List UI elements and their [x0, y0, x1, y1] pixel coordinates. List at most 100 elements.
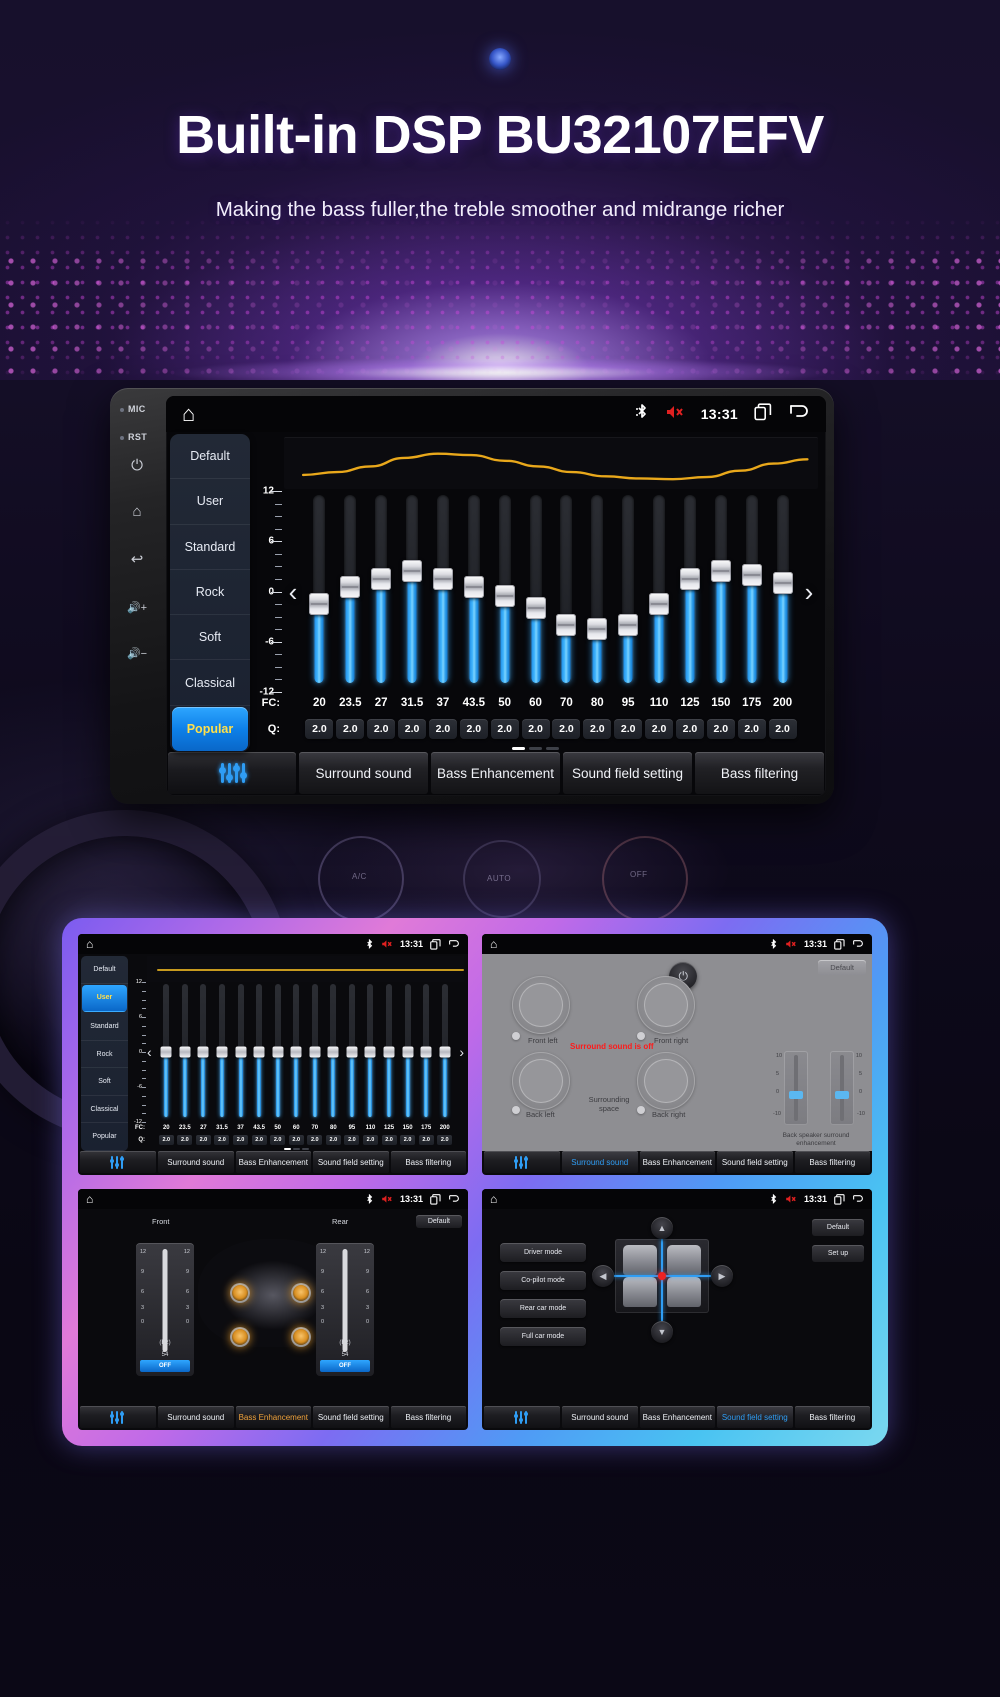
q-value[interactable]: 2.0 [233, 1135, 249, 1145]
tab-equalizer[interactable] [484, 1406, 560, 1428]
page-dot[interactable] [528, 747, 542, 750]
eq-band[interactable] [705, 491, 736, 692]
thumb1-band[interactable] [417, 982, 436, 1122]
tab-equalizer[interactable] [80, 1406, 156, 1428]
thumb1-preset-popular[interactable]: Popular [81, 1123, 128, 1151]
tab-equalizer[interactable] [484, 1151, 560, 1173]
default-button[interactable]: Default [818, 960, 866, 975]
q-value[interactable]: 2.0 [381, 1135, 397, 1145]
q-value[interactable]: 2.0 [645, 719, 674, 739]
thumb1-preset-soft[interactable]: Soft [81, 1068, 128, 1096]
eq-band[interactable] [397, 491, 428, 692]
thumb1-band[interactable] [157, 982, 176, 1122]
band-knob[interactable] [371, 567, 392, 590]
q-value[interactable]: 2.0 [305, 719, 334, 739]
q-value[interactable]: 2.0 [251, 1135, 267, 1145]
eq-band[interactable] [613, 491, 644, 692]
eq-band[interactable] [736, 491, 767, 692]
thumb1-preset-list[interactable]: Default User Standard Rock Soft Classical Popu… [81, 956, 128, 1151]
thumb1-band[interactable] [361, 982, 380, 1122]
band-knob[interactable] [253, 1046, 265, 1058]
band-knob[interactable] [772, 572, 793, 595]
q-value[interactable]: 2.0 [325, 1135, 341, 1145]
thumb1-band[interactable] [306, 982, 325, 1122]
back-icon[interactable]: ↩ [124, 546, 150, 572]
tab-bass-enhancement[interactable]: Bass Enhancement [431, 752, 560, 794]
preset-default[interactable]: Default [170, 434, 250, 480]
knob-back-left[interactable] [512, 1052, 570, 1110]
tab-bass-filtering[interactable]: Bass filtering [794, 1151, 870, 1173]
eq-band[interactable] [582, 491, 613, 692]
preset-standard[interactable]: Standard [170, 525, 250, 570]
eq-band[interactable] [428, 491, 459, 692]
tab-bass-filtering[interactable]: Bass filtering [794, 1406, 870, 1428]
thumb1-band[interactable] [250, 982, 269, 1122]
arrow-right-icon[interactable]: ▶ [711, 1265, 733, 1287]
chevron-right-icon[interactable]: › [459, 1045, 464, 1059]
thumb1-preset-classical[interactable]: Classical [81, 1096, 128, 1124]
thumb4-tab-bar[interactable]: Surround sound Bass Enhancement Sound fiel… [482, 1406, 872, 1430]
sound-field-position-dot[interactable] [658, 1272, 666, 1280]
eq-band[interactable] [366, 491, 397, 692]
thumb1-band[interactable] [343, 982, 362, 1122]
volume-mute-icon[interactable] [665, 404, 685, 424]
front-bass-slider[interactable]: 12 12 99 66 33 00 (Hz) 54 OFF [136, 1243, 194, 1376]
band-knob[interactable] [402, 559, 423, 582]
q-value[interactable]: 2.0 [737, 719, 766, 739]
q-value[interactable]: 2.0 [583, 719, 612, 739]
band-knob[interactable] [309, 1046, 321, 1058]
thumb1-page-indicator[interactable] [129, 1147, 464, 1151]
tab-sound-field-setting[interactable]: Sound field setting [313, 1151, 389, 1173]
thumbnail-sound-field[interactable]: ⌂ 13:31 Driver mode Co-pilot mode Rear c… [482, 1189, 872, 1430]
eq-band[interactable] [520, 491, 551, 692]
default-button[interactable]: Default [812, 1219, 864, 1236]
band-knob[interactable] [272, 1046, 284, 1058]
default-button[interactable]: Default [415, 1215, 462, 1228]
chevron-left-icon[interactable]: ‹ [284, 579, 302, 605]
tab-surround-sound[interactable]: Surround sound [158, 1406, 234, 1428]
q-value[interactable]: 2.0 [552, 719, 581, 739]
preset-popular[interactable]: Popular [172, 706, 248, 751]
volume-up-icon[interactable]: 🔊+ [124, 594, 150, 620]
q-value[interactable]: 2.0 [706, 719, 735, 739]
band-knob[interactable] [402, 1046, 414, 1058]
preset-user[interactable]: User [170, 479, 250, 525]
home-icon[interactable]: ⌂ [490, 1192, 497, 1206]
front-off-toggle[interactable]: OFF [140, 1360, 190, 1372]
setup-button[interactable]: Set up [812, 1245, 864, 1262]
page-indicator[interactable] [252, 744, 818, 752]
band-knob[interactable] [309, 593, 330, 616]
thumb1-band[interactable] [398, 982, 417, 1122]
tab-bass-filtering[interactable]: Bass filtering [390, 1406, 466, 1428]
band-knob[interactable] [494, 584, 515, 607]
q-value[interactable]: 2.0 [490, 719, 519, 739]
q-value[interactable]: 2.0 [768, 719, 797, 739]
q-value[interactable]: 2.0 [177, 1135, 193, 1145]
band-knob[interactable] [346, 1046, 358, 1058]
band-knob[interactable] [290, 1046, 302, 1058]
thumb1-band[interactable] [231, 982, 250, 1122]
thumb1-preset-default[interactable]: Default [81, 956, 128, 984]
power-icon[interactable]: ⏻ [124, 452, 150, 478]
q-value[interactable]: 2.0 [614, 719, 643, 739]
preset-rock[interactable]: Rock [170, 570, 250, 616]
thumb1-band[interactable] [268, 982, 287, 1122]
band-knob[interactable] [216, 1046, 228, 1058]
tab-equalizer[interactable] [80, 1151, 156, 1173]
eq-band[interactable] [489, 491, 520, 692]
page-dot[interactable] [545, 747, 559, 750]
tab-equalizer[interactable] [168, 752, 296, 794]
chevron-left-icon[interactable]: ‹ [147, 1045, 152, 1059]
preset-soft[interactable]: Soft [170, 615, 250, 661]
q-value[interactable]: 2.0 [675, 719, 704, 739]
q-value[interactable]: 2.0 [344, 1135, 360, 1145]
thumb1-band[interactable] [213, 982, 232, 1122]
band-knob[interactable] [525, 597, 546, 620]
q-value[interactable]: 2.0 [418, 1135, 434, 1145]
eq-band[interactable] [335, 491, 366, 692]
q-value[interactable]: 2.0 [270, 1135, 286, 1145]
q-value[interactable]: 2.0 [437, 1135, 453, 1145]
q-value[interactable]: 2.0 [288, 1135, 304, 1145]
tab-surround-sound[interactable]: Surround sound [562, 1406, 638, 1428]
thumb1-band[interactable] [435, 982, 454, 1122]
